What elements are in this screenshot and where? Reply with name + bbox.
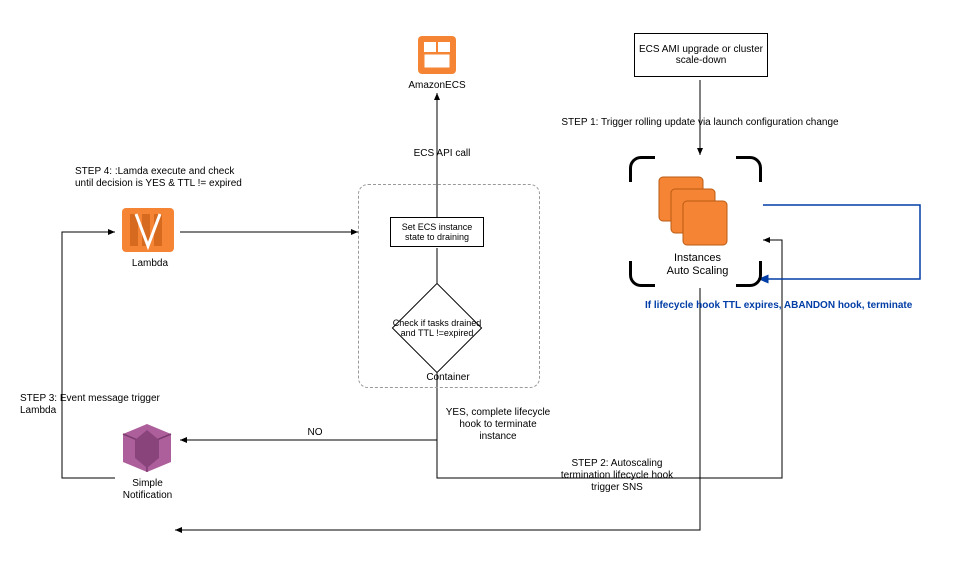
step3-label: STEP 3: Event message trigger Lambda <box>20 393 190 417</box>
sns-icon <box>115 420 179 483</box>
container-label: Container <box>418 372 478 384</box>
asg-instances-icon <box>655 173 733 254</box>
yes-label: YES, complete lifecycle hook to terminat… <box>443 407 553 443</box>
upgrade-box: ECS AMI upgrade or cluster scale-down <box>634 33 768 77</box>
step4-label: STEP 4: :Lamda execute and check until d… <box>75 166 255 190</box>
asg-bracket-tr <box>736 156 762 182</box>
step2-label: STEP 2: Autoscaling termination lifecycl… <box>552 458 682 494</box>
upgrade-box-text: ECS AMI upgrade or cluster scale-down <box>639 44 763 66</box>
lambda-label: Lambda <box>125 258 175 270</box>
ecs-api-label: ECS API call <box>407 148 477 160</box>
check-diamond: Check if tasks drained and TTL !=expired <box>392 293 482 363</box>
set-draining-text: Set ECS instance state to draining <box>395 222 479 242</box>
asg-bracket-tl <box>629 156 655 182</box>
step1-label: STEP 1: Trigger rolling update via launc… <box>560 117 840 129</box>
amazon-ecs-icon <box>412 30 462 83</box>
sns-label: Simple Notification <box>120 478 175 502</box>
amazon-ecs-label: AmazonECS <box>407 80 467 92</box>
no-label: NO <box>300 427 330 439</box>
check-diamond-text: Check if tasks drained and TTL !=expired <box>392 318 482 338</box>
asg-label-line2: Auto Scaling <box>667 265 729 277</box>
lambda-icon <box>118 200 178 263</box>
asg-label-line1: Instances <box>674 252 721 264</box>
set-draining-box: Set ECS instance state to draining <box>390 217 484 247</box>
ttl-expire-label: If lifecycle hook TTL expires, ABANDON h… <box>645 300 955 312</box>
asg-label: Instances Auto Scaling <box>650 252 745 278</box>
